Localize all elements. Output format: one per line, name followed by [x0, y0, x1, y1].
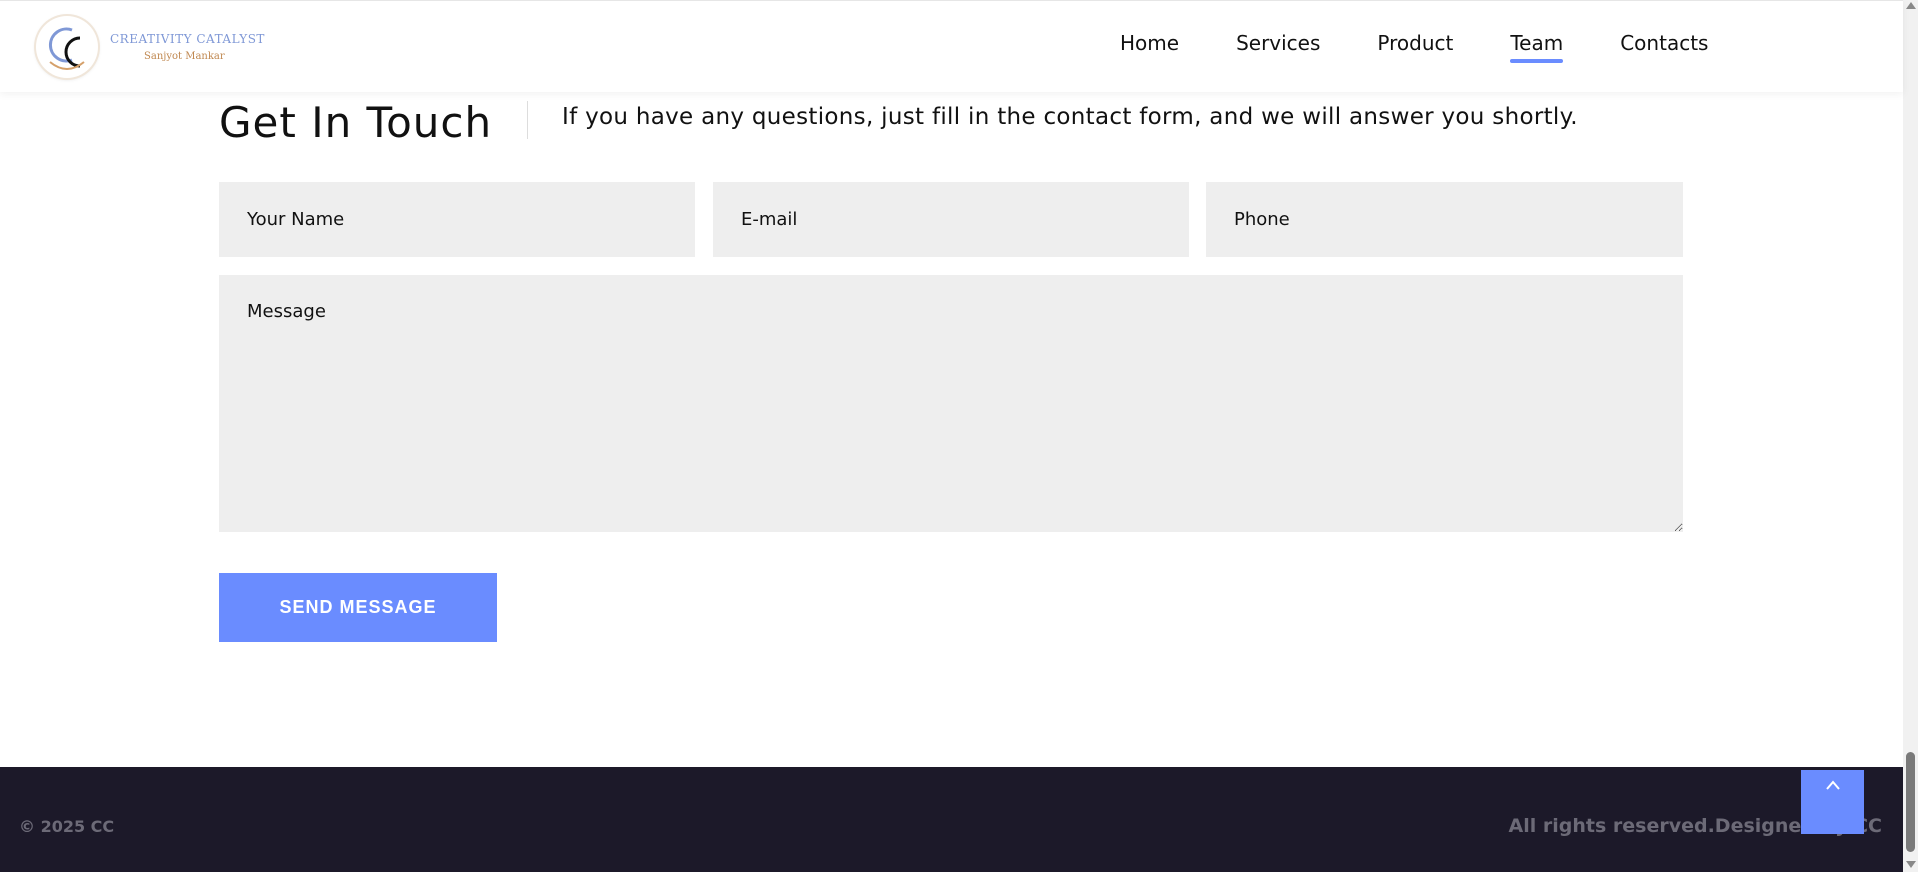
contact-subtitle: If you have any questions, just fill in …	[562, 104, 1578, 130]
send-message-button[interactable]: SEND MESSAGE	[219, 573, 497, 642]
nav-item-product[interactable]: Product	[1377, 31, 1453, 61]
site-footer: © 2025 CC All rights reserved.Designed b…	[0, 767, 1903, 872]
nav-item-contacts[interactable]: Contacts	[1620, 31, 1708, 61]
email-field[interactable]	[713, 182, 1189, 257]
title-divider	[527, 101, 528, 139]
arrow-up-icon[interactable]	[1906, 2, 1916, 9]
scrollbar-thumb[interactable]	[1906, 752, 1915, 852]
site-header: CREATIVITY CATALYST Sanjyot Mankar Home …	[0, 0, 1903, 92]
name-field[interactable]	[219, 182, 695, 257]
nav-item-team[interactable]: Team	[1510, 31, 1563, 63]
contact-title: Get In Touch	[219, 98, 493, 147]
page-scrollbar[interactable]	[1903, 0, 1918, 872]
nav-item-home[interactable]: Home	[1120, 31, 1179, 61]
logo[interactable]: CREATIVITY CATALYST Sanjyot Mankar	[36, 15, 264, 81]
nav-item-services[interactable]: Services	[1236, 31, 1320, 61]
chevron-up-icon	[1825, 776, 1841, 834]
logo-tagline: Sanjyot Mankar	[144, 51, 225, 62]
message-field[interactable]	[219, 275, 1683, 532]
main-nav: Home Services Product Team Contacts	[1120, 31, 1765, 63]
copyright-text: © 2025 CC	[19, 817, 115, 836]
logo-mark	[36, 16, 98, 78]
logo-name: CREATIVITY CATALYST	[110, 32, 265, 46]
phone-field[interactable]	[1206, 182, 1683, 257]
back-to-top-button[interactable]	[1801, 770, 1864, 834]
arrow-down-icon[interactable]	[1906, 861, 1916, 868]
